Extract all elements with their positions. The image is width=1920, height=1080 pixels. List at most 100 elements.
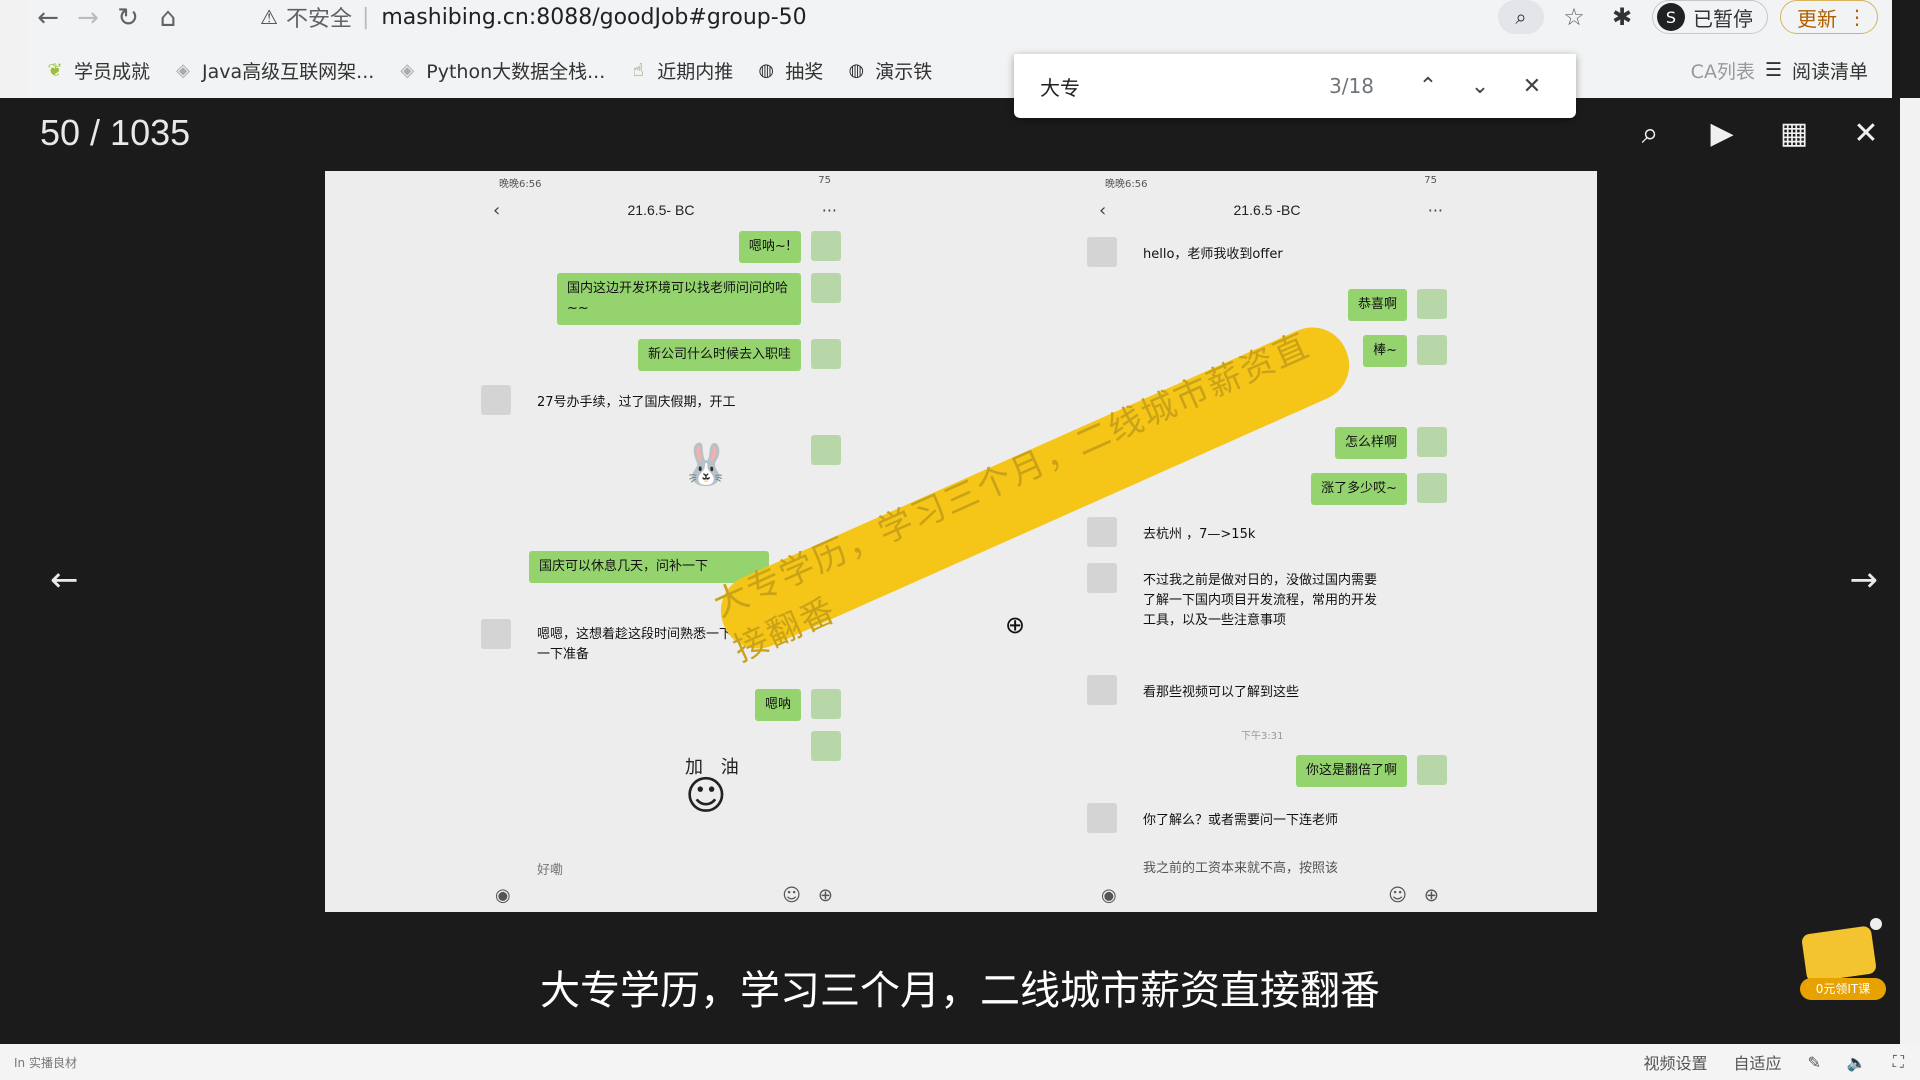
plus-icon: ⊕ <box>817 884 833 906</box>
video-settings-button[interactable]: 视频设置 <box>1643 1050 1707 1074</box>
adaptive-button[interactable]: 自适应 <box>1733 1050 1781 1074</box>
reading-list-button[interactable]: 阅读清单 <box>1792 57 1868 84</box>
video-subtitle: 大专学历，学习三个月，二线城市薪资直接翻番 <box>540 968 1380 1014</box>
update-button[interactable]: 更新 ⋮ <box>1780 0 1878 34</box>
chat-title: 21.6.5- BC <box>627 202 695 218</box>
chevron-left-icon: ‹ <box>1099 199 1107 221</box>
zoom-cursor-icon: ⊕ <box>1005 611 1026 639</box>
hand-icon: ☝ <box>632 59 644 81</box>
chat-bubble: 恭喜啊 <box>1347 289 1407 321</box>
back-icon[interactable]: ← <box>28 2 68 34</box>
play-icon[interactable]: ▶ <box>1706 116 1738 151</box>
browser-chrome: ← → ↻ ⌂ ⚠ 不安全 | mashibing.cn:8088/goodJo… <box>28 0 1892 98</box>
window-edge <box>0 0 28 98</box>
url-text[interactable]: mashibing.cn:8088/goodJob#group-50 <box>381 5 806 30</box>
find-close-icon[interactable]: ✕ <box>1506 74 1558 99</box>
bookmark-label: 近期内推 <box>657 60 734 83</box>
previous-arrow-icon[interactable]: ← <box>50 560 79 600</box>
more-menu-icon[interactable]: ⋮ <box>1847 5 1867 29</box>
emoji-icon: ☺ <box>782 884 801 906</box>
avatar <box>1417 335 1447 365</box>
avatar <box>811 731 841 761</box>
reading-list-icon: ☰ <box>1764 59 1782 81</box>
grid-icon[interactable]: ▦ <box>1778 116 1810 151</box>
avatar <box>811 689 841 719</box>
bookmark-label: 演示铁 <box>875 60 933 83</box>
avatar <box>1087 675 1117 705</box>
next-arrow-icon[interactable]: → <box>1850 560 1879 600</box>
more-icon: ··· <box>821 200 837 220</box>
bookmark-item[interactable]: ☝ 近期内推 <box>627 57 734 84</box>
page: ← → ↻ ⌂ ⚠ 不安全 | mashibing.cn:8088/goodJo… <box>0 0 1920 1080</box>
phone-status-bar: 晚晚6:56 75 <box>1091 175 1451 191</box>
chat-input-bar: ◉ ☺ ⊕ <box>1091 882 1451 908</box>
player-label: In 实播良材 <box>14 1055 77 1070</box>
search-icon[interactable]: ⌕ <box>1634 116 1666 151</box>
bookmark-item[interactable]: CA列表 <box>1691 57 1755 84</box>
find-previous-icon[interactable]: ⌃ <box>1402 74 1454 99</box>
bookmark-item[interactable]: ◍ 演示铁 <box>845 57 932 84</box>
find-match-count: 3/18 <box>1329 74 1374 98</box>
address-separator: | <box>361 4 370 30</box>
chat-input-bar: ◉ ☺ ⊕ <box>485 882 845 908</box>
chat-screenshot-right: 晚晚6:56 75 ‹ 21.6.5 -BC ··· hello，老师我收到of… <box>1087 171 1451 912</box>
chat-bubble: 你了解么？或者需要问一下连老师 <box>1143 813 1339 828</box>
globe-icon: ◍ <box>848 59 865 81</box>
status-battery: 75 <box>1424 175 1437 186</box>
address-bar[interactable]: ⚠ 不安全 | mashibing.cn:8088/goodJob#group-… <box>260 0 1460 34</box>
close-dot-icon[interactable] <box>1870 918 1882 930</box>
chat-bubble: 我之前的工资本来就不高，按照该 <box>1143 861 1339 876</box>
bookmark-item[interactable]: ◈ Java高级互联网架... <box>172 57 374 84</box>
close-icon[interactable]: ✕ <box>1850 116 1882 151</box>
bookmark-item[interactable]: ❦ 学员成就 <box>44 57 150 84</box>
bookmark-star-icon[interactable]: ☆ <box>1556 3 1592 31</box>
time-divider: 下午3:31 <box>1241 731 1284 742</box>
chat-bubble: 棒~ <box>1363 335 1407 367</box>
volume-icon[interactable]: 🔈 <box>1847 1053 1867 1072</box>
avatar <box>1417 289 1447 319</box>
find-input[interactable]: 大专 <box>1040 72 1329 101</box>
phone-status-bar: 晚晚6:56 75 <box>485 175 845 191</box>
mascot-icon <box>1801 925 1877 983</box>
find-in-page-icon[interactable]: ⌕ <box>1498 0 1544 34</box>
extensions-icon[interactable]: ✱ <box>1604 3 1640 31</box>
diamond-icon: ◈ <box>400 59 415 81</box>
reload-icon[interactable]: ↻ <box>108 2 148 34</box>
status-time: 晚晚6:56 <box>1105 179 1148 190</box>
chat-bubble: 怎么样啊 <box>1334 427 1407 459</box>
bookmark-item[interactable]: ◍ 抽奖 <box>755 57 823 84</box>
home-icon[interactable]: ⌂ <box>148 2 188 34</box>
pen-icon[interactable]: ✎ <box>1807 1053 1820 1072</box>
profile-status: 已暂停 <box>1693 6 1753 31</box>
fullscreen-icon[interactable]: ⛶ <box>1893 1052 1904 1072</box>
avatar <box>1087 237 1117 267</box>
chevron-left-icon: ‹ <box>493 199 501 221</box>
emoji-icon: ☺ <box>1388 884 1407 906</box>
chat-title: 21.6.5 -BC <box>1233 202 1301 218</box>
avatar <box>1417 755 1447 785</box>
profile-button[interactable]: S 已暂停 <box>1652 0 1768 34</box>
avatar <box>811 339 841 369</box>
update-label: 更新 <box>1797 6 1837 31</box>
avatar <box>1417 473 1447 503</box>
chat-bubble: hello，老师我收到offer <box>1143 247 1283 262</box>
avatar <box>811 273 841 303</box>
diamond-icon: ◈ <box>176 59 190 81</box>
slide-counter: 50 / 1035 <box>40 112 191 153</box>
promo-mascot[interactable]: 0元领IT课 <box>1800 918 1886 1004</box>
bookmark-label: 学员成就 <box>74 60 151 83</box>
voice-icon: ◉ <box>1101 884 1117 906</box>
bookmark-item[interactable]: ◈ Python大数据全栈... <box>396 57 605 84</box>
chat-bubble: 涨了多少哎~ <box>1311 473 1407 505</box>
status-battery: 75 <box>818 175 831 186</box>
insecure-label: 不安全 <box>285 7 352 32</box>
find-next-icon[interactable]: ⌄ <box>1454 74 1506 99</box>
rabbit-sticker-icon: 🐰 <box>681 442 731 488</box>
promo-tag: 0元领IT课 <box>1800 978 1886 1000</box>
forward-icon[interactable]: → <box>68 2 108 34</box>
avatar <box>811 231 841 261</box>
video-player-bar: In 实播良材 视频设置 自适应 ✎ 🔈 ⛶ <box>0 1044 1920 1080</box>
avatar <box>1087 803 1117 833</box>
leaf-icon: ❦ <box>47 59 63 81</box>
chat-bubble: 嗯呐 <box>754 689 801 721</box>
